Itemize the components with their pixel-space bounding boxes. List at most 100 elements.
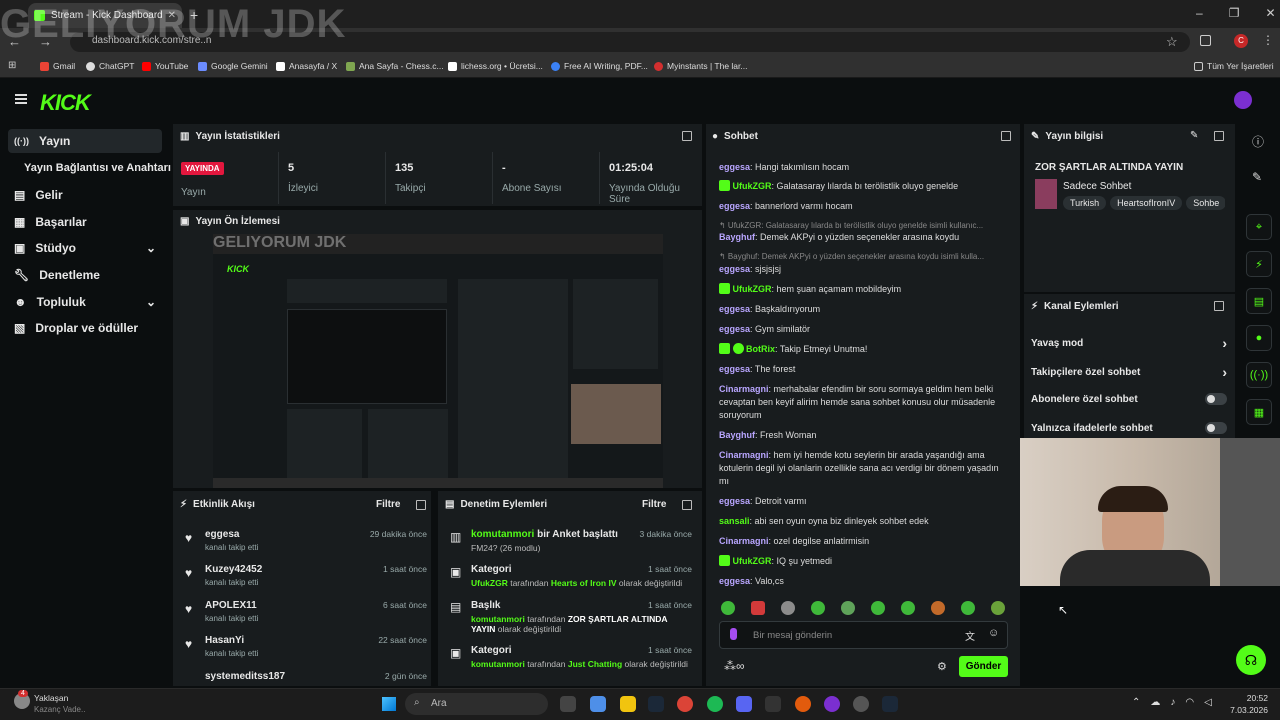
- menu-kebab-icon[interactable]: ⋮: [1262, 33, 1274, 47]
- clock-time[interactable]: 20:52: [1232, 693, 1268, 703]
- maximize-icon[interactable]: ❐: [1229, 6, 1240, 20]
- expand-icon[interactable]: [1001, 131, 1011, 141]
- chat-username[interactable]: UfukZGR: [733, 556, 772, 566]
- chat-username[interactable]: Cinarmagni: [719, 384, 769, 394]
- bookmark-x[interactable]: Anasayfa / X: [276, 61, 337, 71]
- sidebar-item-basarilar[interactable]: ▦ Başarılar: [8, 210, 162, 234]
- emote-icon[interactable]: [931, 601, 945, 615]
- chat-username[interactable]: BotRix: [746, 344, 775, 354]
- expand-icon[interactable]: [1214, 131, 1224, 141]
- chat-username[interactable]: eggesa: [719, 162, 750, 172]
- user-avatar[interactable]: [1234, 91, 1252, 109]
- rail-lightning-button[interactable]: ⚡︎: [1246, 251, 1272, 277]
- chat-username[interactable]: eggesa: [719, 264, 750, 274]
- chat-username[interactable]: eggesa: [719, 364, 750, 374]
- translate-icon[interactable]: 文: [965, 628, 975, 643]
- support-headset-icon[interactable]: ☊: [1236, 645, 1266, 675]
- emote-icon[interactable]: [871, 601, 885, 615]
- chat-username[interactable]: Cinarmagni: [719, 450, 769, 460]
- chat-username[interactable]: UfukZGR: [733, 284, 772, 294]
- emote-icon[interactable]: [721, 601, 735, 615]
- emote-icon[interactable]: [781, 601, 795, 615]
- clock-date[interactable]: 7.03.2026: [1224, 705, 1268, 715]
- send-button[interactable]: Gönder: [959, 656, 1008, 677]
- chat-username[interactable]: eggesa: [719, 496, 750, 506]
- steam-alt-icon[interactable]: [882, 696, 898, 712]
- bookmark-star-icon[interactable]: ☆: [1166, 34, 1178, 50]
- mod-user[interactable]: komutanmori: [471, 659, 525, 669]
- chat-input[interactable]: Bir mesaj gönderin 文 ☺: [719, 621, 1008, 649]
- mod-user[interactable]: komutanmori: [471, 529, 534, 540]
- mic-tray-icon[interactable]: ♪: [1170, 697, 1175, 708]
- settings-gear-icon[interactable]: ⚙: [937, 660, 947, 673]
- bookmark-chess[interactable]: Ana Sayfa - Chess.c...: [346, 61, 444, 71]
- mod-user[interactable]: komutanmori: [471, 614, 525, 624]
- bookmark-chatgpt[interactable]: ChatGPT: [86, 61, 134, 71]
- rail-document-button[interactable]: ▤: [1246, 288, 1272, 314]
- windows-start-icon[interactable]: [382, 697, 396, 711]
- chat-username[interactable]: Cinarmagni: [719, 536, 769, 546]
- chat-username[interactable]: eggesa: [719, 201, 750, 211]
- extensions-icon[interactable]: [1200, 35, 1211, 46]
- activity-filter-button[interactable]: Filtre: [376, 499, 400, 510]
- rail-chat-button[interactable]: ●: [1246, 325, 1272, 351]
- emote-icon[interactable]: [961, 601, 975, 615]
- kick-logo[interactable]: KICK: [40, 90, 91, 116]
- minimize-icon[interactable]: –: [1196, 6, 1203, 20]
- edit-pencil-icon[interactable]: ✎: [1190, 130, 1198, 141]
- chat-username[interactable]: eggesa: [719, 324, 750, 334]
- steam-icon[interactable]: [648, 696, 664, 712]
- bookmark-lichess[interactable]: lichess.org • Ücretsi...: [448, 61, 543, 71]
- emoji-icon[interactable]: ☺: [988, 627, 999, 639]
- profile-avatar[interactable]: C: [1234, 34, 1248, 48]
- edit-icon[interactable]: ✎: [1252, 170, 1262, 184]
- chevron-up-icon[interactable]: ⌃: [1132, 697, 1140, 708]
- sidebar-item-droplar[interactable]: ▧ Droplar ve ödüller: [8, 316, 162, 340]
- sidebar-item-yayin[interactable]: ((·)) Yayın: [8, 129, 162, 153]
- tag[interactable]: Turkish: [1063, 196, 1107, 210]
- bookmark-myinstants[interactable]: Myinstants | The lar...: [654, 61, 747, 71]
- mod-user[interactable]: UfukZGR: [471, 578, 508, 588]
- mic-icon[interactable]: [730, 628, 737, 640]
- rail-layout-button[interactable]: ▦: [1246, 399, 1272, 425]
- all-bookmarks[interactable]: Tüm Yer İşaretleri: [1194, 61, 1274, 71]
- epic-games-icon[interactable]: [765, 696, 781, 712]
- moderation-filter-button[interactable]: Filtre: [642, 499, 666, 510]
- chat-username[interactable]: UfukZGR: [733, 181, 772, 191]
- info-icon[interactable]: ⓘ: [1252, 133, 1264, 150]
- sidebar-item-stream-key[interactable]: Yayın Bağlantısı ve Anahtarı: [18, 156, 171, 180]
- sidebar-item-studyo[interactable]: ▣ Stüdyo ⌄: [8, 236, 162, 260]
- close-window-icon[interactable]: ✕: [1265, 6, 1275, 20]
- expand-icon[interactable]: [1214, 301, 1224, 311]
- sidebar-item-denetleme[interactable]: 🔧︎ Denetleme: [8, 263, 162, 287]
- discord-icon[interactable]: [736, 696, 752, 712]
- emote-icon[interactable]: [991, 601, 1005, 615]
- stream-preview-video[interactable]: GELIYORUM JDK KICK: [213, 234, 663, 488]
- copilot-icon[interactable]: [590, 696, 606, 712]
- expand-icon[interactable]: [682, 500, 692, 510]
- obs-icon[interactable]: [853, 696, 869, 712]
- emote-icon[interactable]: [751, 601, 765, 615]
- chat-username[interactable]: Bayghuf: [719, 430, 755, 440]
- onedrive-icon[interactable]: ☁: [1150, 697, 1160, 708]
- tag[interactable]: Sohbe: [1186, 196, 1225, 210]
- rail-clip-button[interactable]: ⌖: [1246, 214, 1272, 240]
- file-explorer-icon[interactable]: [620, 696, 636, 712]
- volume-icon[interactable]: ◁: [1204, 697, 1212, 708]
- apps-grid-icon[interactable]: ⊞: [8, 60, 16, 71]
- chat-username[interactable]: Bayghuf: [719, 232, 755, 242]
- bookmark-gmail[interactable]: Gmail: [40, 61, 75, 71]
- bookmark-ai-writing[interactable]: Free AI Writing, PDF...: [551, 61, 648, 71]
- emote-icon[interactable]: [811, 601, 825, 615]
- sidebar-item-topluluk[interactable]: ☻ Topluluk ⌄: [8, 290, 162, 314]
- spotify-icon[interactable]: [707, 696, 723, 712]
- emotes-only-toggle[interactable]: [1205, 422, 1227, 434]
- chat-username[interactable]: sansali: [719, 516, 750, 526]
- action-slow-mode[interactable]: Yavaş mod ›: [1031, 335, 1227, 351]
- tag[interactable]: HeartsofIronIV: [1110, 196, 1183, 210]
- emote-icon[interactable]: [841, 601, 855, 615]
- chrome-icon[interactable]: [677, 696, 693, 712]
- expand-icon[interactable]: [416, 500, 426, 510]
- chat-username[interactable]: eggesa: [719, 304, 750, 314]
- subscribers-only-toggle[interactable]: [1205, 393, 1227, 405]
